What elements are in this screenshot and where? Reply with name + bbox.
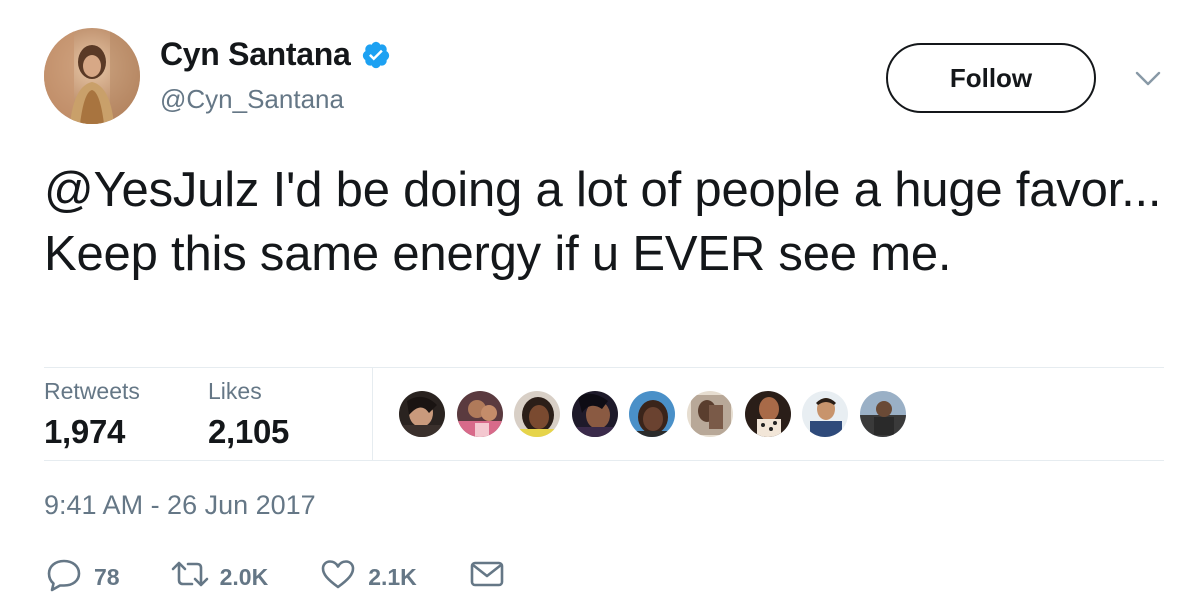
author-name-row: Cyn Santana <box>160 36 391 73</box>
likes-stat[interactable]: Likes 2,105 <box>208 378 289 451</box>
stats-top-divider <box>44 367 1164 368</box>
verified-badge-icon <box>361 40 391 70</box>
retweets-stat[interactable]: Retweets 1,974 <box>44 378 140 451</box>
tweet-actions: 78 2.0K 2.1K <box>44 556 557 598</box>
tweet-timestamp[interactable]: 9:41 AM - 26 Jun 2017 <box>44 490 316 521</box>
follow-button[interactable]: Follow <box>886 43 1096 113</box>
heart-icon <box>318 556 358 598</box>
like-count: 2.1K <box>368 563 417 590</box>
stats-bottom-divider <box>44 460 1164 461</box>
reply-button[interactable]: 78 <box>44 556 120 598</box>
liker-avatar[interactable] <box>513 390 562 438</box>
liker-avatars <box>398 390 916 438</box>
likes-value: 2,105 <box>208 413 290 450</box>
liker-avatar[interactable] <box>570 390 619 438</box>
like-button[interactable]: 2.1K <box>318 556 417 598</box>
liker-avatar[interactable] <box>398 390 446 438</box>
tweet-text: @YesJulz I'd be doing a lot of people a … <box>44 163 1162 281</box>
author-display-name[interactable]: Cyn Santana <box>160 36 351 73</box>
liker-avatar[interactable] <box>858 390 907 438</box>
liker-avatar[interactable] <box>685 390 734 438</box>
mail-icon <box>467 556 507 598</box>
liker-avatar[interactable] <box>455 390 504 438</box>
author-handle[interactable]: @Cyn_Santana <box>160 84 344 115</box>
liker-avatar[interactable] <box>801 390 850 438</box>
retweet-count: 2.0K <box>219 563 269 590</box>
likes-label: Likes <box>208 378 262 404</box>
direct-message-button[interactable] <box>467 556 507 598</box>
author-avatar[interactable] <box>44 28 140 124</box>
liker-avatar[interactable] <box>743 390 792 438</box>
retweet-icon <box>170 556 210 598</box>
retweets-value: 1,974 <box>44 413 126 450</box>
stats-vertical-divider <box>372 368 373 461</box>
liker-avatar[interactable] <box>628 390 677 438</box>
reply-count: 78 <box>94 563 120 590</box>
chevron-down-icon[interactable] <box>1128 64 1168 94</box>
reply-icon <box>44 556 84 598</box>
retweets-label: Retweets <box>44 378 140 404</box>
retweet-button[interactable]: 2.0K <box>170 556 269 598</box>
